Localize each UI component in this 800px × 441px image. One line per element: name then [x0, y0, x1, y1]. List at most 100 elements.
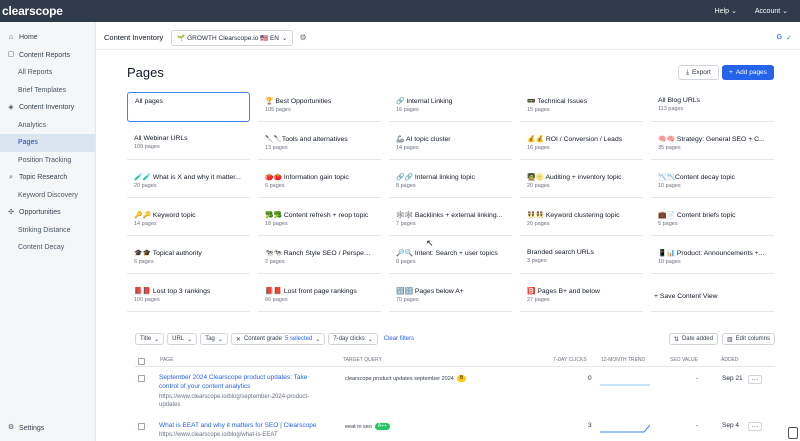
sidebar-section-opportunities[interactable]: ✣ Opportunities [0, 204, 95, 222]
content-view-card[interactable]: 🔢🔢 Pages below A+ 70 pages [389, 282, 512, 312]
added-date: Sep 21 [722, 375, 743, 382]
clicks-column-header[interactable]: 7-DAY CLICKS [553, 357, 587, 363]
content-view-card[interactable]: 🐄🐄 Ranch Style SEO / Perspect... 2 pages [258, 244, 381, 274]
content-view-card[interactable]: 🥦🥦 Content refresh + reop topic 18 pages [258, 206, 381, 236]
sidebar-section-topic-research[interactable]: ⌕ Topic Research [0, 169, 95, 187]
content-view-card[interactable]: 📕📕 Lost front page rankings 66 pages [258, 282, 381, 312]
content-view-card[interactable]: 💰💰 ROI / Conversion / Leads 16 pages [520, 130, 643, 160]
content-grade-filter[interactable]: ✕ Content grade 5 selected ⌄ [230, 333, 326, 345]
card-count: 18 pages [265, 221, 288, 227]
tag-filter[interactable]: Tag ⌄ [200, 333, 228, 345]
row-menu-button[interactable]: … [748, 375, 762, 384]
gear-icon: ⚙ [7, 424, 15, 432]
content-view-card[interactable]: All Blog URLs 113 pages [651, 92, 774, 122]
workspace-settings-icon[interactable]: ⚙ [299, 33, 306, 42]
content-view-card[interactable]: 📕📕 Lost top 3 rankings 100 pages [127, 282, 250, 312]
layers-icon: ◈ [8, 103, 14, 111]
content-view-card[interactable]: 🔑🔑 Keyword topic 14 pages [127, 206, 250, 236]
download-icon: ⤓ [686, 68, 690, 76]
content-view-card[interactable]: 🦾 AI topic cluster 14 pages [389, 130, 512, 160]
clearscope-logo[interactable]: clearscope [2, 4, 63, 18]
sidebar-item-home[interactable]: ⌂ Home [0, 29, 95, 47]
card-name: 👯👯 Keyword clustering topic [527, 212, 620, 219]
table-row[interactable]: What is EEAT and why it matters for SEO … [135, 421, 775, 441]
page-title-link[interactable]: What is EEAT and why it matters for SEO … [159, 421, 317, 430]
clear-filters-link[interactable]: Clear filters [384, 336, 414, 342]
url-filter[interactable]: URL ⌄ [167, 333, 198, 345]
page-title: Pages [127, 65, 164, 80]
card-name: 🔗 Internal Linking [396, 98, 453, 105]
select-all-checkbox[interactable] [138, 358, 145, 365]
title-filter[interactable]: Title ⌄ [135, 333, 165, 345]
added-column-header[interactable]: ADDED [721, 357, 739, 363]
card-count: 20 pages [134, 183, 157, 189]
card-count: 15 pages [527, 107, 550, 113]
sidebar-item-pages[interactable]: Pages [0, 134, 95, 152]
export-button[interactable]: ⤓ Export [678, 65, 719, 80]
content-view-card[interactable]: 🔗🔗 Internal linking topic 8 pages [389, 168, 512, 198]
content-view-card[interactable]: 🔎🔍 Intent: Search + user topics 8 pages [389, 244, 512, 274]
content-view-card[interactable]: All pages [127, 92, 250, 122]
row-checkbox[interactable] [138, 423, 145, 430]
seo-value-column-header[interactable]: SEO VALUE [670, 357, 698, 363]
content-view-card[interactable]: 🍅🍅 Information gain topic 6 pages [258, 168, 381, 198]
table-row[interactable]: September 2024 Clearscope product update… [135, 373, 775, 413]
chevron-down-icon: ⌄ [217, 336, 223, 343]
card-name: 💰💰 ROI / Conversion / Leads [527, 136, 623, 143]
add-pages-button[interactable]: + Add pages [722, 65, 774, 80]
sidebar-item-striking-distance[interactable]: Striking Distance [0, 222, 95, 240]
content-view-card[interactable]: 🚥 Technical Issues 15 pages [520, 92, 643, 122]
content-view-card[interactable]: 🧠🧠 Strategy: General SEO + C... 35 pages [651, 130, 774, 160]
workspace-selector[interactable]: 🌱 GROWTH Clearscope.io 🇺🇸 EN ⌄ [171, 29, 294, 46]
content-view-card[interactable]: Branded search URLs 3 pages [520, 244, 643, 274]
help-menu[interactable]: Help ⌄ [715, 7, 737, 15]
sidebar-item-content-decay[interactable]: Content Decay [0, 239, 95, 257]
row-checkbox[interactable] [138, 375, 145, 382]
content-view-card[interactable]: 🅱️ Pages B+ and below 27 pages [520, 282, 643, 312]
content-view-card[interactable]: 📉📉Content decay topic 10 pages [651, 168, 774, 198]
chevron-down-icon: ⌄ [367, 336, 373, 343]
card-count: 8 pages [396, 259, 416, 265]
content-view-card[interactable]: 🏆 Best Opportunities 105 pages [258, 92, 381, 122]
sidebar-item-analytics[interactable]: Analytics [0, 117, 95, 135]
card-count: 100 pages [134, 297, 160, 303]
page-title-link[interactable]: September 2024 Clearscope product update… [159, 373, 307, 391]
content-view-card[interactable]: 💼📄 Content briefs topic 5 pages [651, 206, 774, 236]
page-column-header[interactable]: PAGE [160, 357, 174, 363]
columns-icon: ▥ [726, 336, 733, 343]
content-view-card[interactable]: 🧪🧪 What is X and why it matter... 20 page… [127, 168, 250, 198]
content-view-card[interactable]: All Webinar URLs 109 pages [127, 130, 250, 160]
sidebar: ⌂ Home ▢ Content Reports All Reports Brief… [0, 22, 96, 441]
card-count: 5 pages [658, 221, 678, 227]
row-menu-button[interactable]: … [748, 422, 762, 431]
account-menu[interactable]: Account ⌄ [755, 7, 788, 15]
save-content-view-button[interactable]: + Save Content View [651, 282, 774, 312]
sidebar-item-keyword-discovery[interactable]: Keyword Discovery [0, 187, 95, 205]
edit-columns-button[interactable]: ▥ Edit columns [721, 333, 775, 345]
content-view-card[interactable]: 📱📊 Product: Announcements +... 10 pages [651, 244, 774, 274]
content-view-card[interactable]: 🔗 Internal Linking 16 pages [389, 92, 512, 122]
sidebar-section-content-inventory[interactable]: ◈ Content Inventory [0, 99, 95, 117]
check-icon: ✓ [786, 34, 792, 42]
card-count: 113 pages [658, 106, 684, 112]
content-view-card[interactable]: 🕸️🕸️ Backlinks + external linking... 7 pa… [389, 206, 512, 236]
query-column-header[interactable]: TARGET QUERY [343, 357, 382, 363]
card-count: 7 pages [396, 221, 416, 227]
date-added-sort[interactable]: ⇅ Date added [668, 333, 718, 345]
card-name: 🍅🍅 Information gain topic [265, 174, 349, 181]
content-view-card[interactable]: 🎓🎓 Topical authority 6 pages [127, 244, 250, 274]
content-view-card[interactable]: 🧑‍🏫🌝 Auditing + inventory topic 20 pages [520, 168, 643, 198]
clicks-filter[interactable]: 7-day clicks ⌄ [328, 333, 378, 345]
content-view-card[interactable]: 🔪🔪Tools and alternatives 13 pages [258, 130, 381, 160]
sidebar-item-position-tracking[interactable]: Position Tracking [0, 152, 95, 170]
sidebar-item-brief-templates[interactable]: Brief Templates [0, 82, 95, 100]
seo-value: - [696, 375, 699, 382]
card-count: 10 pages [658, 183, 681, 189]
content-view-card[interactable]: 👯👯 Keyword clustering topic 20 pages [520, 206, 643, 236]
home-icon: ⌂ [8, 33, 14, 41]
trend-column-header: 12-MONTH TREND [601, 357, 646, 363]
close-icon[interactable]: ✕ [236, 336, 241, 343]
sidebar-item-all-reports[interactable]: All Reports [0, 64, 95, 82]
sidebar-item-settings[interactable]: ⚙ Settings [0, 420, 96, 438]
sidebar-section-content-reports[interactable]: ▢ Content Reports [0, 47, 95, 65]
